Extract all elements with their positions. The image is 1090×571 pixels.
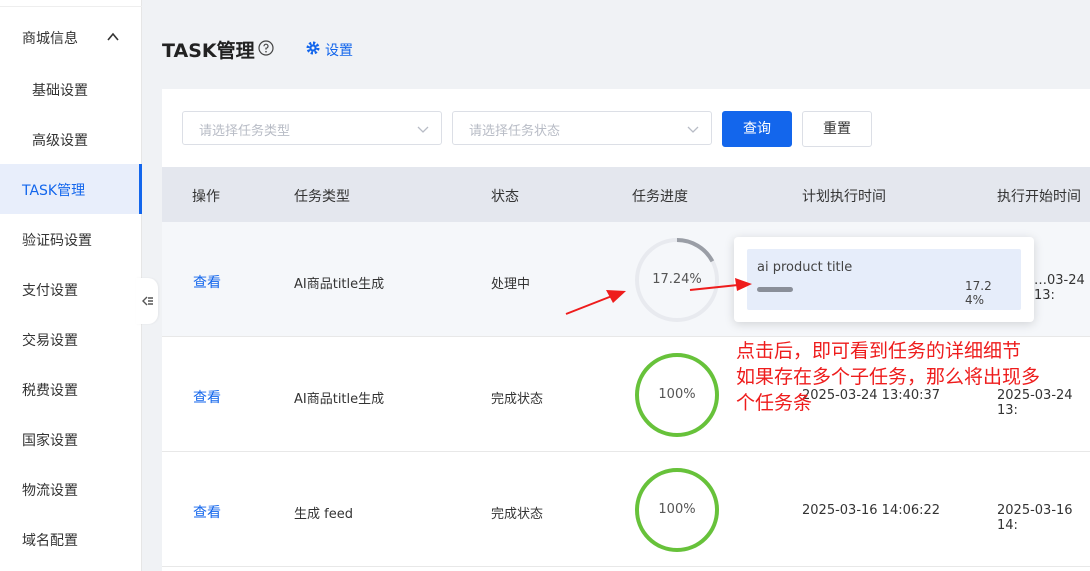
annotation-text: 点击后，即可看到任务的详细细节 如果存在多个子任务，那么将出现多 个任务条 <box>736 340 1041 414</box>
annotation-arrow-to-subtask <box>689 278 752 291</box>
annotation-arrows <box>565 278 752 315</box>
annotation-arrow-to-progress <box>565 290 626 315</box>
